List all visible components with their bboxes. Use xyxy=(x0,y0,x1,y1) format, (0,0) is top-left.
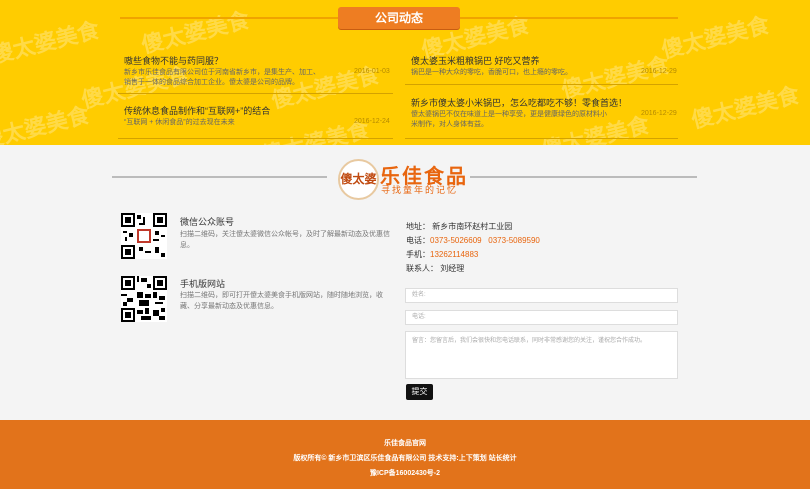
footer: 乐佳食品官网 版权所有© 新乡市卫滨区乐佳食品有限公司 技术支持:上下策划 站长… xyxy=(0,420,810,489)
footer-copyright[interactable]: 版权所有© 新乡市卫滨区乐佳食品有限公司 技术支持:上下策划 站长统计 xyxy=(0,453,810,463)
submit-button[interactable]: 提交 xyxy=(406,384,433,400)
news-desc: 锅巴是一种大众的零吃，香脆可口，也上瘾的零吃。 xyxy=(411,69,572,76)
brand-slogan: 寻找童年的记忆 xyxy=(381,185,459,195)
news-title[interactable]: 新乡市傻太婆小米锅巴，怎么吃都吃不够！零食首选！ xyxy=(411,96,627,109)
mobile-site-title: 手机版网站 xyxy=(180,279,226,289)
news-date: 2016-12-29 xyxy=(641,68,677,75)
news-title[interactable]: 嗷些食物不能与药同服？ xyxy=(124,54,223,67)
news-desc: 傻太婆锅巴不仅在味道上是一种享受，更是健康绿色的原材料小 米制作，对人身体有益。 xyxy=(411,111,607,128)
message-textarea[interactable]: 留言：您留言后，我们会很快和您电话联系，同时非常感谢您的关注，谨祝您合作成功。 xyxy=(405,331,678,379)
watermark-text: 傻太婆美食 xyxy=(139,7,253,59)
contact-person: 联系人： 刘经理 xyxy=(406,264,465,273)
contact-mobile: 手机：13262114883 xyxy=(406,250,479,259)
news-item[interactable]: 传统休息食品制作和“互联网+”的结合 “互联网 + 休闲食品”的过去现在未来 2… xyxy=(118,104,393,140)
brand-logo-badge: 傻太婆 xyxy=(338,159,379,200)
news-title[interactable]: 传统休息食品制作和“互联网+”的结合 xyxy=(124,104,270,117)
news-item[interactable]: 新乡市傻太婆小米锅巴，怎么吃都吃不够！零食首选！ 傻太婆锅巴不仅在味道上是一种享… xyxy=(405,96,678,132)
footer-icp[interactable]: 豫ICP备16002430号-2 xyxy=(0,468,810,478)
news-desc: “互联网 + 休闲食品”的过去现在未来 xyxy=(124,119,235,126)
news-separator xyxy=(405,84,678,85)
footer-site-name: 乐佳食品官网 xyxy=(384,440,426,447)
mobile-site-desc: 扫描二维码，即可打开傻太婆美食手机版网站，随时随地浏览，收藏、分享最新动态及优惠… xyxy=(180,292,383,310)
logo-divider-left xyxy=(112,176,327,178)
watermark-text: 傻太婆美食 xyxy=(689,82,803,134)
news-date: 2016-12-24 xyxy=(354,118,390,125)
mobile-qr-code xyxy=(121,276,167,322)
news-section: 傻太婆美食 傻太婆美食 傻太婆美食 傻太婆美食 傻太婆美食 傻太婆美食 傻太婆美食 傻太婆美食… xyxy=(0,0,810,145)
watermark-text: 傻太婆美食 xyxy=(0,17,103,69)
contact-address: 地址： 新乡市南环赵村工业园 xyxy=(406,222,513,231)
watermark-text: 傻太婆美食 xyxy=(0,102,93,145)
news-separator xyxy=(405,138,678,139)
wechat-desc: 扫描二维码，关注傻太婆微信公众帐号，及时了解最新动态及优惠信息。 xyxy=(180,231,390,249)
section-divider-right xyxy=(460,17,678,19)
news-title[interactable]: 傻太婆玉米粗粮锅巴 好吃又营养 xyxy=(411,54,540,67)
news-separator xyxy=(118,93,393,94)
contact-phone: 电话：0373-5026609 0373-5089590 xyxy=(406,236,540,245)
wechat-title: 微信公众账号 xyxy=(180,217,235,227)
section-title: 公司动态 xyxy=(338,7,460,29)
phone-input[interactable]: 电话: xyxy=(405,310,678,325)
wechat-qr-code xyxy=(121,213,167,259)
news-item[interactable]: 嗷些食物不能与药同服？ 新乡市乐佳食品有限公司位于河南省新乡市，是集生产、加工、… xyxy=(118,54,393,90)
news-desc: 新乡市乐佳食品有限公司位于河南省新乡市，是集生产、加工、 销售于一体的食品综合加… xyxy=(124,69,320,86)
news-separator xyxy=(118,138,393,139)
logo-divider-right xyxy=(470,176,697,178)
news-date: 2016-12-29 xyxy=(641,110,677,117)
name-input[interactable]: 姓名: xyxy=(405,288,678,303)
news-date: 2016-01-03 xyxy=(354,68,390,75)
section-divider-left xyxy=(120,17,338,19)
